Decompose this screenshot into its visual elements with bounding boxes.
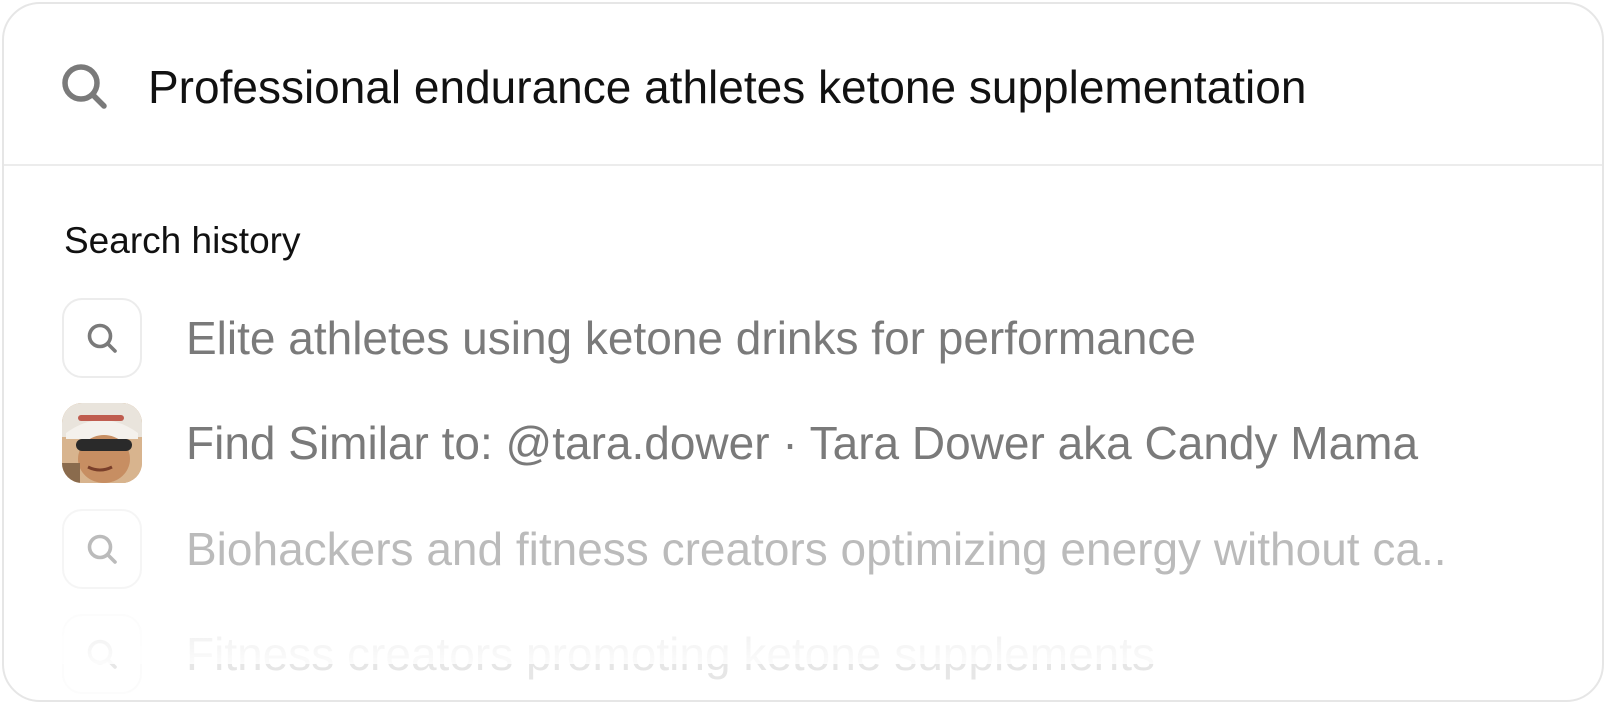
search-icon (62, 614, 142, 694)
history-item-label: Find Similar to: @tara.dower · Tara Dowe… (186, 417, 1419, 469)
history-item-profile[interactable]: Find Similar to: @tara.dower · Tara Dowe… (62, 403, 1602, 485)
history-item-label: Fitness creators promoting ketone supple… (186, 628, 1156, 680)
history-item[interactable]: Fitness creators promoting ketone supple… (62, 614, 1602, 696)
search-history-list: Elite athletes using ketone drinks for p… (4, 4, 1602, 700)
history-item-label: Elite athletes using ketone drinks for p… (186, 312, 1196, 364)
search-panel: Search history Elite athletes using keto… (2, 2, 1604, 702)
history-item[interactable]: Elite athletes using ketone drinks for p… (62, 298, 1602, 380)
search-icon (62, 298, 142, 378)
history-item[interactable]: Biohackers and fitness creators optimizi… (62, 509, 1602, 591)
search-icon (62, 509, 142, 589)
history-item-label: Biohackers and fitness creators optimizi… (186, 523, 1447, 575)
avatar (62, 403, 142, 483)
